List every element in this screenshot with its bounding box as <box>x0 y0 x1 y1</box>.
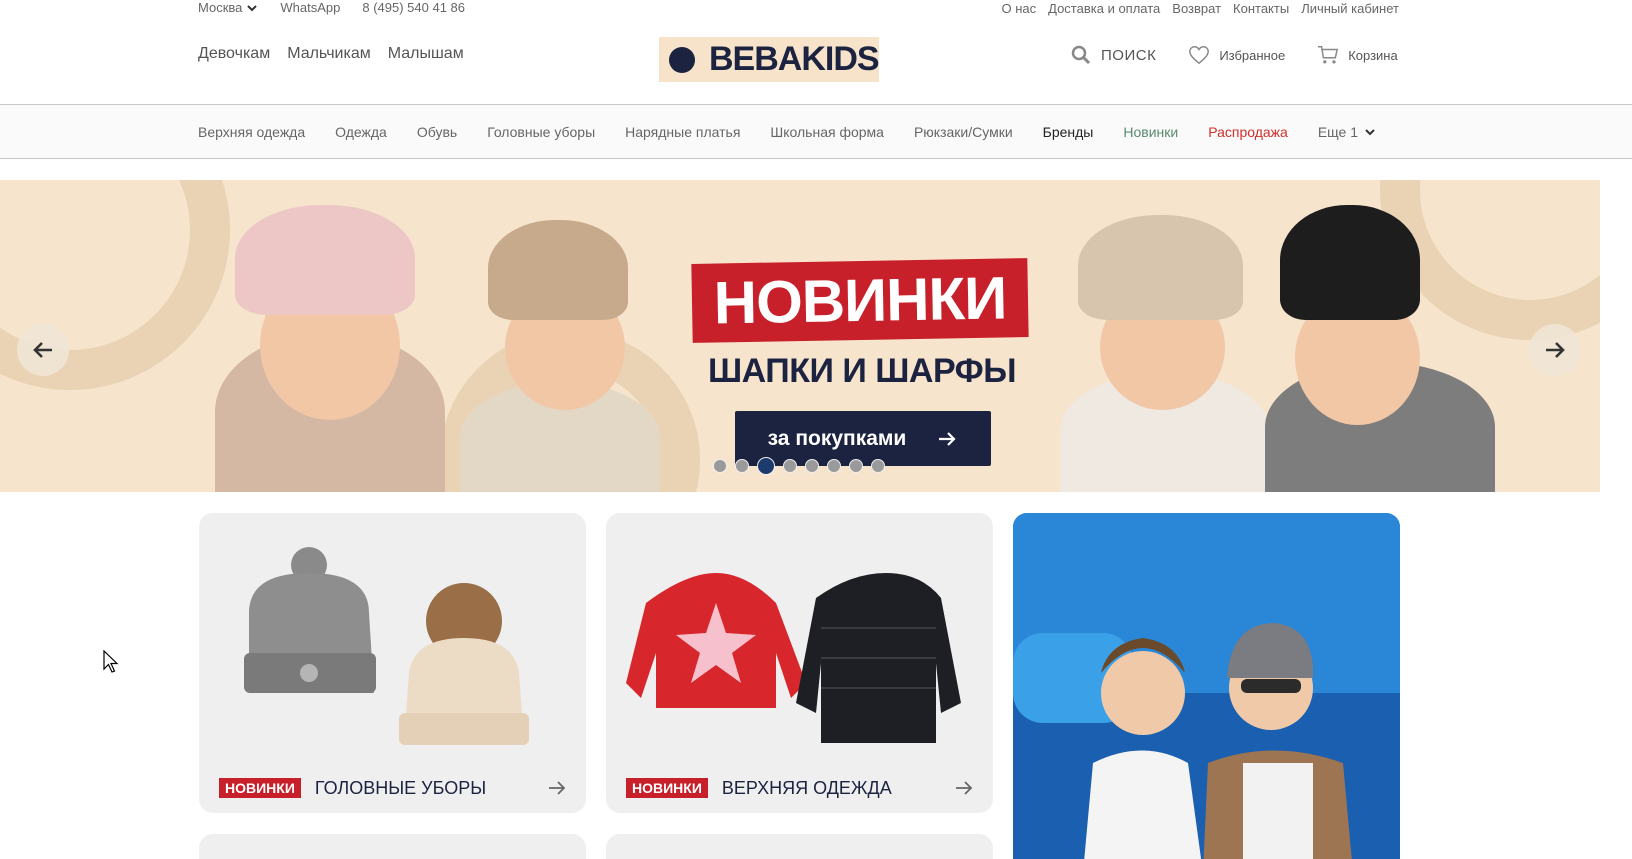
slider-dot[interactable] <box>783 459 797 473</box>
logo-text: BEBAKIDS <box>709 40 880 78</box>
card-title: ВЕРХНЯЯ ОДЕЖДА <box>721 777 892 798</box>
chevron-down-icon <box>1365 129 1375 136</box>
slider-dot-active[interactable] <box>757 457 775 475</box>
category-shoes[interactable]: Обувь <box>417 124 457 140</box>
utility-right: О нас Доставка и оплата Возврат Контакты… <box>1001 1 1399 16</box>
nav-babies[interactable]: Малышам <box>388 45 464 63</box>
favorites-label: Избранное <box>1219 47 1286 63</box>
nav-girls[interactable]: Девочкам <box>198 45 270 63</box>
whatsapp-link[interactable]: WhatsApp <box>280 0 340 15</box>
category-card-outerwear[interactable]: НОВИНКИ ВЕРХНЯЯ ОДЕЖДА <box>606 513 993 813</box>
category-sale[interactable]: Распродажа <box>1208 124 1288 140</box>
product-image <box>244 547 529 745</box>
card-title-row: НОВИНКИ ГОЛОВНЫЕ УБОРЫ <box>219 777 568 799</box>
heart-icon <box>1189 46 1210 65</box>
category-list: Верхняя одежда Одежда Обувь Головные убо… <box>198 124 1376 140</box>
slider-dot[interactable] <box>713 459 727 473</box>
chevron-down-icon <box>247 4 258 11</box>
hero-banner[interactable]: НОВИНКИ ШАПКИ И ШАРФЫ за покупками <box>0 180 1600 492</box>
page: Москва WhatsApp 8 (495) 540 41 86 О нас … <box>0 0 1632 859</box>
banner-hat-image <box>1078 215 1243 320</box>
arrow-right-icon <box>1546 342 1565 358</box>
banner-title: НОВИНКИ <box>691 258 1029 343</box>
slider-prev-button[interactable] <box>17 324 69 376</box>
category-bags[interactable]: Рюкзаки/Сумки <box>914 124 1013 140</box>
category-card-headwear[interactable]: НОВИНКИ ГОЛОВНЫЕ УБОРЫ <box>199 513 586 813</box>
link-account[interactable]: Личный кабинет <box>1301 1 1399 16</box>
search-button[interactable]: ПОИСК <box>1070 44 1156 66</box>
cart-label: Корзина <box>1348 47 1398 63</box>
slider-next-button[interactable] <box>1529 324 1581 376</box>
category-clothes[interactable]: Одежда <box>335 124 387 140</box>
category-more[interactable]: Еще 1 <box>1318 124 1376 140</box>
banner-subtitle: ШАПКИ И ШАРФЫ <box>708 352 1016 390</box>
category-brands[interactable]: Бренды <box>1043 124 1094 140</box>
category-outerwear[interactable]: Верхняя одежда <box>198 124 305 140</box>
link-returns[interactable]: Возврат <box>1172 1 1221 16</box>
slider-dot[interactable] <box>871 459 885 473</box>
link-contacts[interactable]: Контакты <box>1233 1 1289 16</box>
nav-boys[interactable]: Мальчикам <box>287 45 371 63</box>
card-badge: НОВИНКИ <box>219 778 301 798</box>
logo-dot-icon <box>669 46 695 73</box>
category-card-row2[interactable] <box>199 834 586 859</box>
kids-photo-image <box>1013 513 1400 859</box>
category-school[interactable]: Школьная форма <box>770 124 884 140</box>
favorites-button[interactable]: Избранное <box>1188 44 1285 66</box>
arrow-right-icon <box>939 431 956 446</box>
cart-button[interactable]: Корзина <box>1317 44 1398 66</box>
banner-hat-image <box>235 205 415 315</box>
promo-photo-card[interactable] <box>1013 513 1400 859</box>
city-label: Москва <box>198 0 243 15</box>
card-badge: НОВИНКИ <box>626 778 708 798</box>
slider-dot[interactable] <box>827 459 841 473</box>
header-actions: ПОИСК Избранное Корзина <box>1070 44 1398 66</box>
card-title: ГОЛОВНЫЕ УБОРЫ <box>314 777 487 798</box>
mouse-cursor-icon <box>103 650 119 673</box>
category-bar: Верхняя одежда Одежда Обувь Головные убо… <box>0 104 1632 159</box>
slider-dots <box>713 457 885 475</box>
arrow-right-icon <box>956 781 973 795</box>
slider-dot[interactable] <box>849 459 863 473</box>
search-label: ПОИСК <box>1101 46 1157 64</box>
cart-icon <box>1318 46 1339 64</box>
phone-link[interactable]: 8 (495) 540 41 86 <box>362 0 465 15</box>
category-new[interactable]: Новинки <box>1123 124 1178 140</box>
product-image <box>626 573 961 743</box>
gender-nav: Девочкам Мальчикам Малышам <box>198 45 464 63</box>
category-dresses[interactable]: Нарядные платья <box>625 124 740 140</box>
slider-dot[interactable] <box>735 459 749 473</box>
category-card-row2[interactable] <box>606 834 993 859</box>
arrow-right-icon <box>549 781 566 795</box>
utility-left: Москва WhatsApp 8 (495) 540 41 86 <box>198 0 465 15</box>
logo[interactable]: BEBAKIDS <box>659 37 880 82</box>
banner-hat-image <box>1280 205 1420 320</box>
category-headwear[interactable]: Головные уборы <box>487 124 595 140</box>
banner-hat-image <box>488 220 628 320</box>
slider-dot[interactable] <box>805 459 819 473</box>
banner-button-label: за покупками <box>767 426 907 450</box>
city-selector[interactable]: Москва <box>198 0 258 15</box>
link-about[interactable]: О нас <box>1001 1 1036 16</box>
card-title-row: НОВИНКИ ВЕРХНЯЯ ОДЕЖДА <box>626 777 975 799</box>
arrow-left-icon <box>33 342 52 358</box>
search-icon <box>1071 45 1091 65</box>
link-delivery[interactable]: Доставка и оплата <box>1048 1 1160 16</box>
category-more-label: Еще 1 <box>1317 124 1359 140</box>
